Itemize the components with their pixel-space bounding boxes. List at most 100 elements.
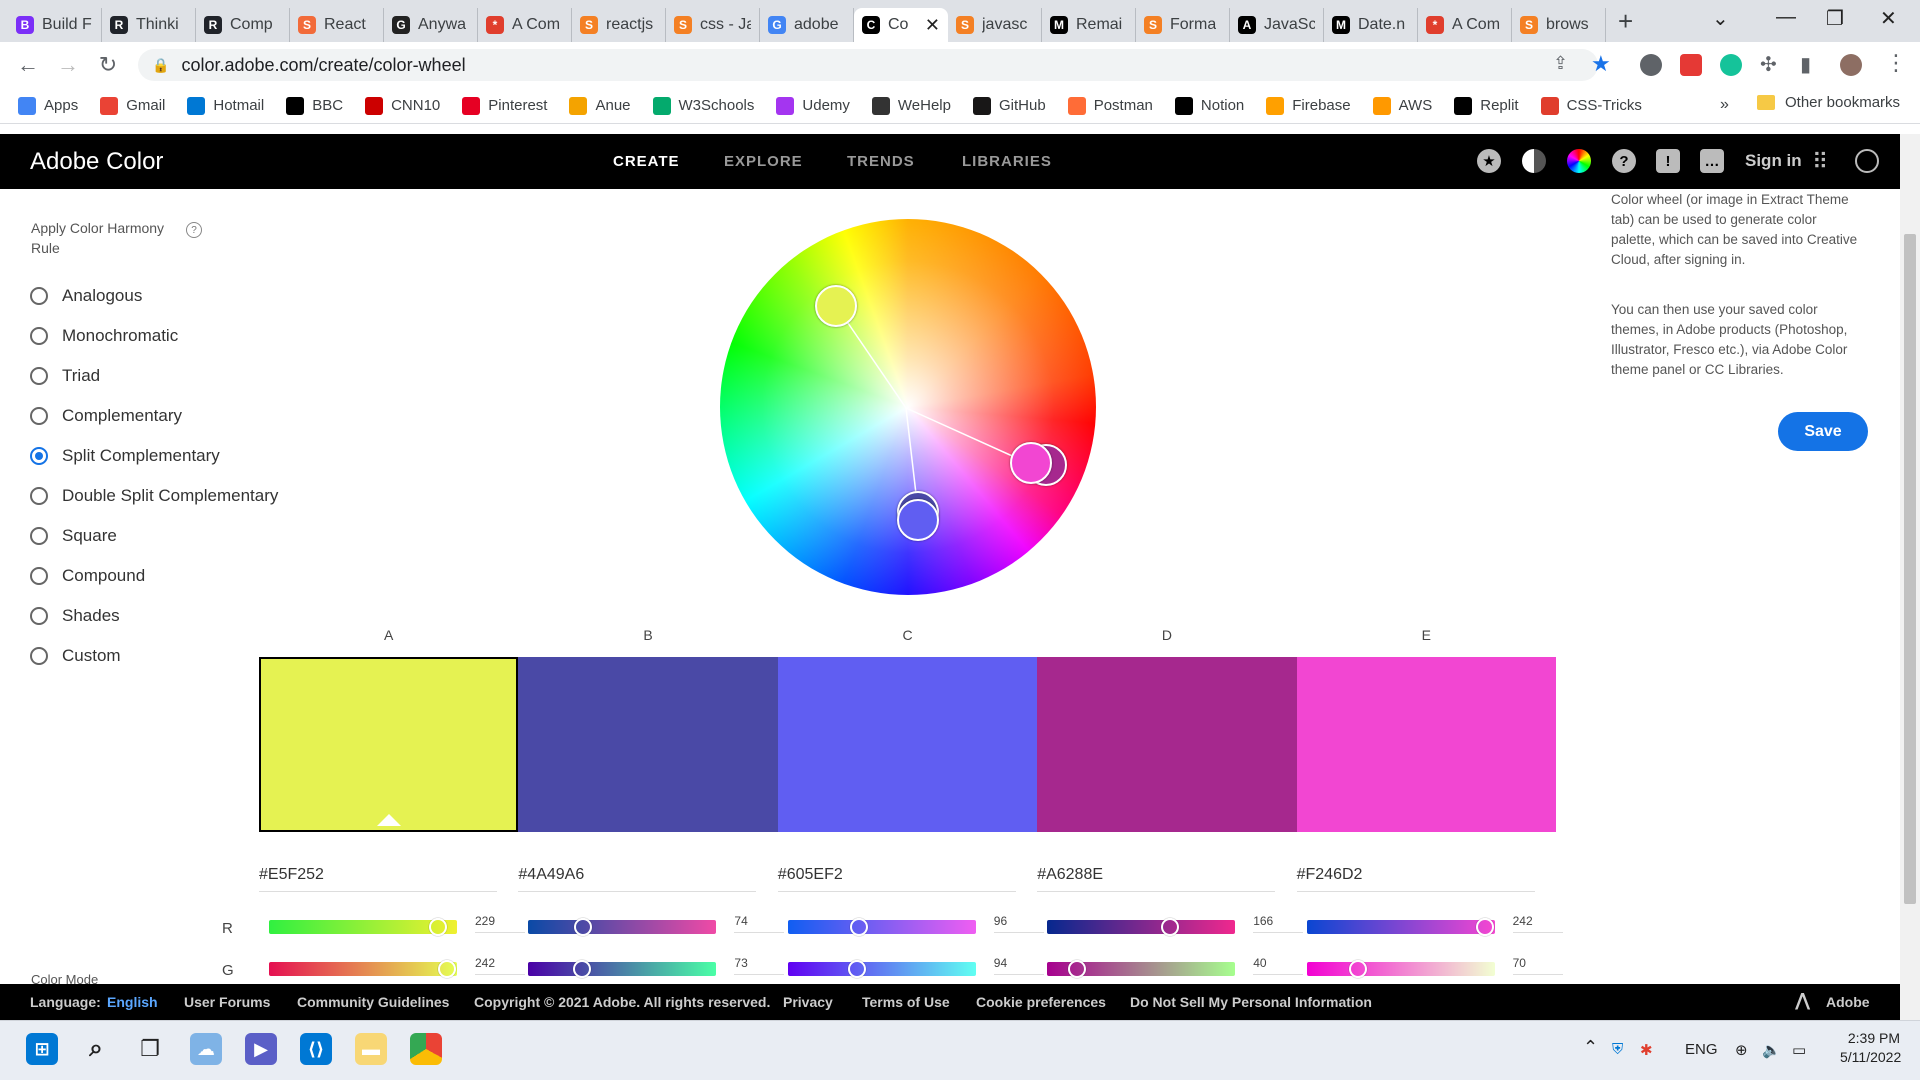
browser-tab[interactable]: R Comp: [196, 8, 290, 42]
reload-icon[interactable]: ↻: [88, 52, 128, 78]
browser-tab[interactable]: Scss - Ja: [666, 8, 760, 42]
radio-button[interactable]: [30, 567, 48, 585]
harmony-rule-option[interactable]: Monochromatic: [30, 322, 178, 350]
browser-tab[interactable]: M Remai: [1042, 8, 1136, 42]
slider-thumb[interactable]: [1067, 960, 1086, 978]
wheel-handle-c[interactable]: [897, 499, 939, 541]
channel-value-g[interactable]: 40: [1253, 956, 1304, 975]
page-scrollbar[interactable]: [1900, 134, 1920, 1020]
chat-app-icon[interactable]: ▶: [245, 1033, 277, 1065]
other-bookmarks[interactable]: Other bookmarks: [1757, 94, 1900, 111]
harmony-rule-option[interactable]: Split Complementary: [30, 442, 220, 470]
forward-icon[interactable]: →: [48, 52, 88, 78]
share-icon[interactable]: ⇪: [1553, 53, 1568, 74]
radio-button[interactable]: [30, 527, 48, 545]
bookmark-item[interactable]: Anue: [569, 96, 631, 115]
harmony-rule-option[interactable]: Shades: [30, 602, 120, 630]
bookmark-item[interactable]: Apps: [18, 96, 78, 115]
radio-button[interactable]: [30, 607, 48, 625]
bookmark-item[interactable]: Gmail: [100, 96, 165, 115]
bookmark-item[interactable]: W3Schools: [652, 96, 754, 115]
bookmark-item[interactable]: Postman: [1067, 96, 1153, 115]
wheel-handle-a[interactable]: [815, 285, 857, 327]
browser-tab[interactable]: Sjavasc: [948, 8, 1042, 42]
bookmark-item[interactable]: AWS: [1372, 96, 1432, 115]
channel-value-r[interactable]: 96: [993, 914, 1044, 933]
sign-in-link[interactable]: Sign in: [1745, 151, 1802, 171]
browser-tab[interactable]: S React: [290, 8, 384, 42]
app-tray-icon[interactable]: ✱: [1640, 1041, 1653, 1059]
slider-g[interactable]: [269, 960, 457, 978]
bookmark-item[interactable]: Firebase: [1266, 96, 1351, 115]
bookmark-star-icon[interactable]: ★: [1591, 51, 1611, 77]
tab-search-icon[interactable]: ⌄: [1712, 6, 1729, 31]
windows-start-icon[interactable]: ⊞: [26, 1033, 58, 1065]
vscode-icon[interactable]: ⟨⟩: [300, 1033, 332, 1065]
creative-cloud-icon[interactable]: [1855, 149, 1879, 173]
slider-thumb[interactable]: [573, 918, 592, 936]
slider-thumb[interactable]: [848, 960, 867, 978]
slider-r[interactable]: [269, 918, 457, 936]
channel-value-g[interactable]: 73: [734, 956, 785, 975]
battery-icon[interactable]: ▭: [1792, 1041, 1806, 1059]
restore-icon[interactable]: ❐: [1826, 6, 1844, 31]
scrollbar-thumb[interactable]: [1904, 234, 1916, 904]
color-swatch[interactable]: [777, 657, 1038, 832]
hex-input[interactable]: #4A49A6: [518, 866, 757, 892]
radio-button[interactable]: [30, 647, 48, 665]
browser-tab[interactable]: B Build F: [8, 8, 102, 42]
profile-avatar[interactable]: [1840, 54, 1862, 76]
chat-icon[interactable]: …: [1700, 149, 1724, 173]
radio-button[interactable]: [30, 367, 48, 385]
bookmark-item[interactable]: BBC: [286, 96, 343, 115]
harmony-help-icon[interactable]: ?: [186, 222, 202, 238]
color-wheel-icon[interactable]: [1567, 149, 1591, 173]
nav-trends[interactable]: TRENDS: [847, 153, 915, 170]
color-wheel[interactable]: [720, 219, 1096, 595]
slider-r[interactable]: [528, 918, 717, 936]
bookmarks-overflow-icon[interactable]: »: [1720, 96, 1729, 114]
weather-icon[interactable]: ☁: [190, 1033, 222, 1065]
slider-r[interactable]: [1047, 918, 1236, 936]
footer-link-privacy[interactable]: Privacy: [783, 994, 833, 1010]
bookmark-item[interactable]: Replit: [1454, 96, 1519, 115]
clock[interactable]: 2:39 PM 5/11/2022: [1840, 1030, 1901, 1065]
contrast-icon[interactable]: [1522, 149, 1546, 173]
slider-thumb[interactable]: [1476, 918, 1494, 936]
radio-button[interactable]: [30, 407, 48, 425]
channel-value-g[interactable]: 94: [993, 956, 1044, 975]
radio-button[interactable]: [30, 447, 48, 465]
bookmark-item[interactable]: CNN10: [365, 96, 440, 115]
browser-tab[interactable]: Sreactjs: [572, 8, 666, 42]
extensions-puzzle-icon[interactable]: ✣: [1760, 52, 1777, 77]
site-brand[interactable]: Adobe Color: [30, 148, 163, 176]
harmony-rule-option[interactable]: Custom: [30, 642, 121, 670]
bookmark-item[interactable]: Pinterest: [462, 96, 547, 115]
footer-link-do-not-sell[interactable]: Do Not Sell My Personal Information: [1130, 994, 1372, 1010]
bookmark-item[interactable]: CSS-Tricks: [1540, 96, 1642, 115]
color-swatch[interactable]: [518, 657, 778, 832]
channel-value-r[interactable]: 242: [1512, 914, 1563, 933]
radio-button[interactable]: [30, 327, 48, 345]
harmony-rule-option[interactable]: Square: [30, 522, 117, 550]
slider-r[interactable]: [787, 918, 976, 936]
apps-grid-icon[interactable]: ⠿: [1812, 149, 1828, 175]
pocket-icon[interactable]: [1680, 54, 1702, 76]
volume-icon[interactable]: 🔈: [1762, 1041, 1781, 1059]
slider-thumb[interactable]: [573, 960, 592, 978]
harmony-rule-option[interactable]: Complementary: [30, 402, 182, 430]
browser-tab[interactable]: S Forma: [1136, 8, 1230, 42]
browser-tab[interactable]: M Date.n: [1324, 8, 1418, 42]
channel-value-r[interactable]: 166: [1253, 914, 1304, 933]
color-swatch[interactable]: [1296, 657, 1557, 832]
slider-r[interactable]: [1306, 918, 1495, 936]
slider-thumb[interactable]: [1349, 960, 1368, 978]
input-language[interactable]: ENG: [1685, 1041, 1718, 1058]
footer-link-cookie-preferences[interactable]: Cookie preferences: [976, 994, 1106, 1010]
browser-tab[interactable]: Gadobe: [760, 8, 854, 42]
back-icon[interactable]: ←: [8, 52, 48, 78]
hex-input[interactable]: #F246D2: [1296, 866, 1535, 892]
slider-g[interactable]: [1047, 960, 1236, 978]
footer-link-community-guidelines[interactable]: Community Guidelines: [297, 994, 449, 1010]
bookmark-item[interactable]: GitHub: [973, 96, 1046, 115]
